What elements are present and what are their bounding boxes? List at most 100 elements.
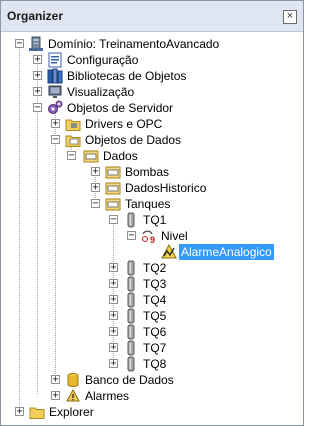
expand-toggle[interactable]: + xyxy=(109,279,118,289)
folder-icon xyxy=(29,407,45,419)
tree-item-label: TQ1 xyxy=(143,213,167,227)
alarms-icon xyxy=(66,388,80,402)
tank-icon xyxy=(127,292,135,308)
tree-item-alarme-analogico[interactable]: AlarmeAnalogico xyxy=(1,244,301,260)
svg-text:9: 9 xyxy=(150,235,155,244)
tree-item-tq6[interactable]: + TQ6 xyxy=(1,324,301,340)
expand-toggle[interactable]: + xyxy=(109,311,118,321)
tree-item-tq8[interactable]: + TQ8 xyxy=(1,356,301,372)
collapse-toggle[interactable]: − xyxy=(33,103,42,113)
tree-item-objetos-dados[interactable]: − Objetos de Dados xyxy=(1,132,301,148)
tree-item-label: Domínio: TreinamentoAvancado xyxy=(48,37,220,51)
tree-item-tq3[interactable]: + TQ3 xyxy=(1,276,301,292)
tree-item-label: Configuração xyxy=(67,53,139,67)
collapse-toggle[interactable]: − xyxy=(109,215,118,225)
data-folder-icon xyxy=(105,166,121,179)
expand-toggle[interactable]: + xyxy=(91,183,100,193)
expand-toggle[interactable]: + xyxy=(33,87,42,97)
data-folder-icon xyxy=(105,198,121,211)
tree-item-label: TQ6 xyxy=(143,325,167,339)
expand-toggle[interactable]: + xyxy=(109,359,118,369)
tree-item-label: Tanques xyxy=(125,197,171,211)
tree-item-tq5[interactable]: + TQ5 xyxy=(1,308,301,324)
expand-toggle[interactable]: + xyxy=(109,295,118,305)
tank-icon xyxy=(127,340,135,356)
tree-item-tq4[interactable]: + TQ4 xyxy=(1,292,301,308)
tree-item-tq7[interactable]: + TQ7 xyxy=(1,340,301,356)
tree-item-label: TQ2 xyxy=(143,261,167,275)
folder-icon xyxy=(65,119,81,131)
tank-icon xyxy=(127,276,135,292)
tree-item-label: TQ7 xyxy=(143,341,167,355)
close-button[interactable]: × xyxy=(283,10,297,24)
collapse-toggle[interactable]: − xyxy=(91,199,100,209)
tree-item-alarmes[interactable]: + Alarmes xyxy=(1,388,301,404)
monitor-icon xyxy=(48,85,62,98)
data-folder-icon xyxy=(83,150,99,163)
organizer-panel: Organizer × − Domínio: TreinamentoAvanca… xyxy=(0,0,304,426)
tree-item-banco-dados[interactable]: + Banco de Dados xyxy=(1,372,301,388)
tree-item-explorer[interactable]: + Explorer xyxy=(1,404,301,420)
panel-title: Organizer xyxy=(7,9,64,23)
expand-toggle[interactable]: + xyxy=(51,391,60,401)
tree-item-label: Banco de Dados xyxy=(85,373,174,387)
organizer-tree: − Domínio: TreinamentoAvancado + Configu… xyxy=(1,32,303,424)
tree-item-bombas[interactable]: + Bombas xyxy=(1,164,301,180)
collapse-toggle[interactable]: − xyxy=(67,151,76,161)
tank-icon xyxy=(127,308,135,324)
tank-icon xyxy=(127,324,135,340)
expand-toggle[interactable]: + xyxy=(51,375,60,385)
tank-icon xyxy=(127,212,135,228)
expand-toggle[interactable]: + xyxy=(51,119,60,129)
library-icon xyxy=(47,68,63,84)
folder-open-icon xyxy=(65,135,81,147)
expand-toggle[interactable]: + xyxy=(109,263,118,273)
tree-item-dados[interactable]: − Dados xyxy=(1,148,301,164)
panel-titlebar: Organizer × xyxy=(1,1,303,32)
tree-item-label: Dados xyxy=(103,149,138,163)
tree-item-label: TQ8 xyxy=(143,357,167,371)
tank-icon xyxy=(127,356,135,372)
tree-item-nivel[interactable]: − 9 Nivel xyxy=(1,228,301,244)
tree-item-label: Bombas xyxy=(125,165,170,179)
domain-icon xyxy=(29,36,43,51)
tree-item-label: Alarmes xyxy=(85,389,130,403)
expand-toggle[interactable]: + xyxy=(33,71,42,81)
tree-item-visualizacao[interactable]: + Visualização xyxy=(1,84,301,100)
tree-item-label: Objetos de Servidor xyxy=(67,101,174,115)
tree-item-label: Drivers e OPC xyxy=(85,117,163,131)
expand-toggle[interactable]: + xyxy=(15,407,24,417)
tree-item-label: Objetos de Dados xyxy=(85,133,182,147)
tag-icon: 9 xyxy=(142,230,155,244)
tree-item-configuracao[interactable]: + Configuração xyxy=(1,52,301,68)
tree-item-label: Bibliotecas de Objetos xyxy=(67,69,187,83)
tree-item-bibliotecas[interactable]: + Bibliotecas de Objetos xyxy=(1,68,301,84)
tree-item-tq2[interactable]: + TQ2 xyxy=(1,260,301,276)
expand-toggle[interactable]: + xyxy=(109,327,118,337)
tree-item-label: TQ5 xyxy=(143,309,167,323)
tree-item-drivers[interactable]: + Drivers e OPC xyxy=(1,116,301,132)
tree-item-label: TQ3 xyxy=(143,277,167,291)
collapse-toggle[interactable]: − xyxy=(15,39,24,49)
tree-item-tanques[interactable]: − Tanques xyxy=(1,196,301,212)
expand-toggle[interactable]: + xyxy=(91,167,100,177)
tree-item-dadoshistorico[interactable]: + DadosHistorico xyxy=(1,180,301,196)
collapse-toggle[interactable]: − xyxy=(51,135,60,145)
expand-toggle[interactable]: + xyxy=(33,55,42,65)
gear-icon xyxy=(48,100,63,114)
tree-item-label: DadosHistorico xyxy=(125,181,207,195)
expand-toggle[interactable]: + xyxy=(109,343,118,353)
tree-item-label: Explorer xyxy=(49,405,94,419)
alarm-icon xyxy=(161,244,177,259)
tree-item-tq1[interactable]: − TQ1 xyxy=(1,212,301,228)
tree-item-label: Visualização xyxy=(67,85,135,99)
tree-item-objetos-servidor[interactable]: − Objetos de Servidor xyxy=(1,100,301,116)
tank-icon xyxy=(127,260,135,276)
tree-item-label: Nivel xyxy=(161,229,188,243)
collapse-toggle[interactable]: − xyxy=(127,231,136,241)
configuration-icon xyxy=(48,52,62,68)
tree-item-label: AlarmeAnalogico xyxy=(179,244,274,260)
database-icon xyxy=(67,373,79,387)
tree-item-root[interactable]: − Domínio: TreinamentoAvancado xyxy=(1,36,301,52)
data-folder-icon xyxy=(105,182,121,195)
